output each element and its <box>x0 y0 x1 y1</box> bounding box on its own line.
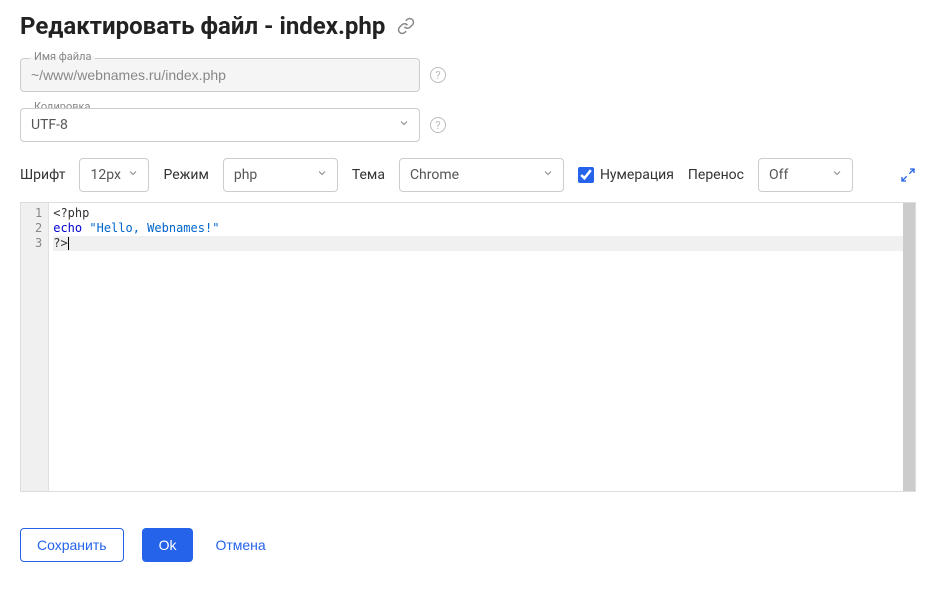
wrap-select[interactable]: Off <box>758 158 853 192</box>
code-line[interactable]: ?> <box>53 236 911 251</box>
font-label: Шрифт <box>20 167 65 183</box>
ok-button[interactable]: Ok <box>142 528 194 562</box>
numbering-checkbox[interactable] <box>578 167 594 183</box>
code-editor[interactable]: 123 <?phpecho "Hello, Webnames!"?> <box>20 202 916 492</box>
expand-icon[interactable] <box>900 167 916 183</box>
scrollbar-thumb[interactable] <box>903 203 915 491</box>
code-line[interactable]: <?php <box>53 206 911 221</box>
theme-select[interactable]: Chrome <box>399 158 564 192</box>
page-title: Редактировать файл - index.php <box>20 12 385 40</box>
permalink-icon[interactable] <box>397 17 415 35</box>
line-number: 1 <box>35 206 42 221</box>
line-number: 3 <box>35 236 42 251</box>
filename-label: Имя файла <box>30 50 95 63</box>
mode-label: Режим <box>163 167 208 183</box>
code-line[interactable]: echo "Hello, Webnames!" <box>53 221 911 236</box>
scrollbar-vertical[interactable] <box>903 203 915 491</box>
mode-select[interactable]: php <box>223 158 338 192</box>
help-icon[interactable]: ? <box>430 67 446 83</box>
encoding-select[interactable]: UTF-8 <box>20 108 420 142</box>
numbering-label: Нумерация <box>600 167 674 183</box>
help-icon[interactable]: ? <box>430 117 446 133</box>
gutter: 123 <box>21 203 49 491</box>
save-button[interactable]: Сохранить <box>20 528 124 562</box>
code-area[interactable]: <?phpecho "Hello, Webnames!"?> <box>49 203 915 491</box>
font-size-select[interactable]: 12px <box>79 158 149 192</box>
cursor <box>68 237 69 250</box>
line-number: 2 <box>35 221 42 236</box>
numbering-checkbox-wrap[interactable]: Нумерация <box>578 167 674 183</box>
wrap-label: Перенос <box>688 167 744 183</box>
theme-label: Тема <box>352 167 385 183</box>
cancel-button[interactable]: Отмена <box>211 529 269 561</box>
filename-input <box>20 58 420 92</box>
